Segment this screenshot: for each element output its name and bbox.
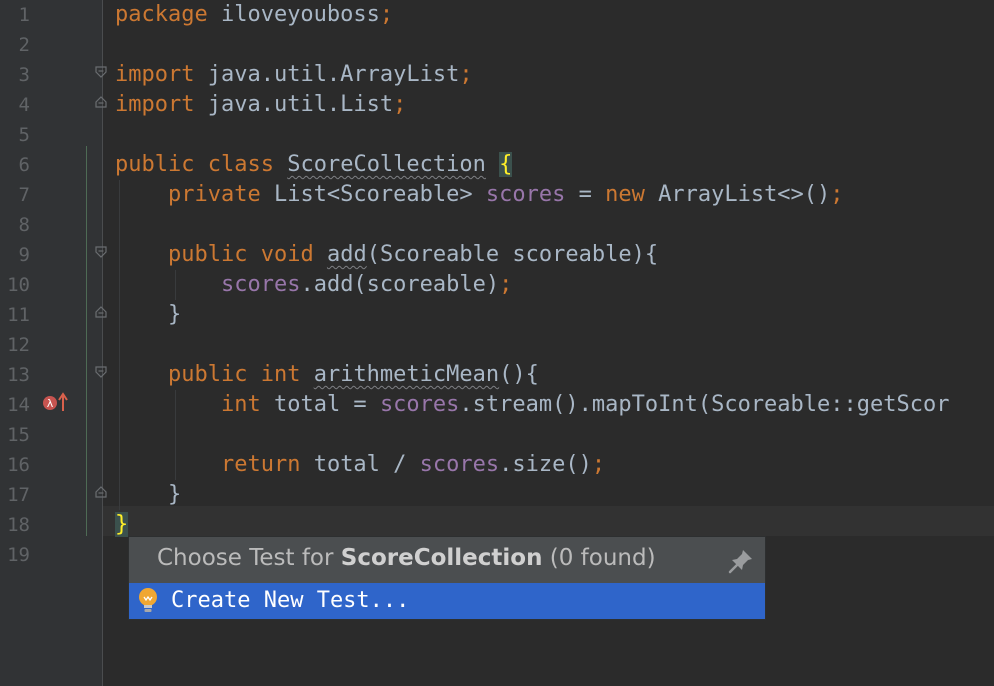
create-new-test-label: Create New Test... xyxy=(171,588,410,613)
line-number: 10 xyxy=(7,274,30,296)
code-line: public void add(Scoreable scoreable){ xyxy=(167,242,659,267)
matched-brace: } xyxy=(115,512,129,537)
line-number: 7 xyxy=(18,184,30,206)
popup-title: Choose Test for ScoreCollection (0 found… xyxy=(157,545,656,571)
fold-marker-icon[interactable] xyxy=(95,486,107,498)
code-line: scores.add(scoreable); xyxy=(220,272,513,297)
code-line: } xyxy=(167,482,182,507)
line-number: 14 xyxy=(7,394,30,416)
fold-marker-icon[interactable] xyxy=(95,96,107,108)
line-number: 6 xyxy=(18,154,30,176)
line-number: 12 xyxy=(7,334,30,356)
line-number: 13 xyxy=(7,364,30,386)
line-number: 1 xyxy=(18,4,30,26)
class-name: ScoreCollection xyxy=(287,152,486,177)
line-number: 17 xyxy=(7,484,30,506)
line-number: 15 xyxy=(7,424,30,446)
line-number: 11 xyxy=(7,304,30,326)
code-line: return total / scores.size(); xyxy=(220,452,606,477)
fold-marker-icon[interactable] xyxy=(95,66,107,78)
code-line: public class ScoreCollection { xyxy=(115,152,513,177)
line-number: 3 xyxy=(18,64,30,86)
line-number: 4 xyxy=(18,94,30,116)
fold-marker-icon[interactable] xyxy=(95,246,107,258)
lightbulb-icon xyxy=(139,588,157,612)
fold-marker-icon[interactable] xyxy=(95,366,107,378)
line-number: 19 xyxy=(7,544,30,566)
pin-icon[interactable] xyxy=(727,547,755,575)
line-number: 9 xyxy=(18,244,30,266)
code-line: private List<Scoreable> scores = new Arr… xyxy=(167,182,844,207)
method-name: add xyxy=(326,242,367,267)
code-line: package iloveyouboss; xyxy=(115,2,394,27)
line-number: 8 xyxy=(18,214,30,236)
svg-text:λ: λ xyxy=(47,397,54,410)
matched-brace: { xyxy=(499,152,513,177)
code-line: } xyxy=(115,510,129,540)
line-number: 18 xyxy=(7,514,30,536)
fold-marker-icon[interactable] xyxy=(95,306,107,318)
code-editor[interactable]: 1 2 3 4 5 6 7 8 9 10 11 12 13 14 15 16 1… xyxy=(0,0,994,686)
method-name: arithmeticMean xyxy=(313,362,500,387)
code-line: import java.util.ArrayList; xyxy=(115,62,473,87)
create-new-test-item[interactable]: Create New Test... xyxy=(129,583,765,619)
line-number: 5 xyxy=(18,124,30,146)
popup-header: Choose Test for ScoreCollection (0 found… xyxy=(129,537,765,583)
code-line: int total = scores.stream().mapToInt(Sco… xyxy=(220,392,950,417)
code-line: } xyxy=(167,302,182,327)
code-line: import java.util.List; xyxy=(115,92,407,117)
line-number: 2 xyxy=(18,34,30,56)
line-number: 16 xyxy=(7,454,30,476)
choose-test-popup: Choose Test for ScoreCollection (0 found… xyxy=(128,536,766,620)
lambda-override-icon[interactable]: λ xyxy=(42,392,70,412)
code-line: public int arithmeticMean(){ xyxy=(167,362,539,387)
